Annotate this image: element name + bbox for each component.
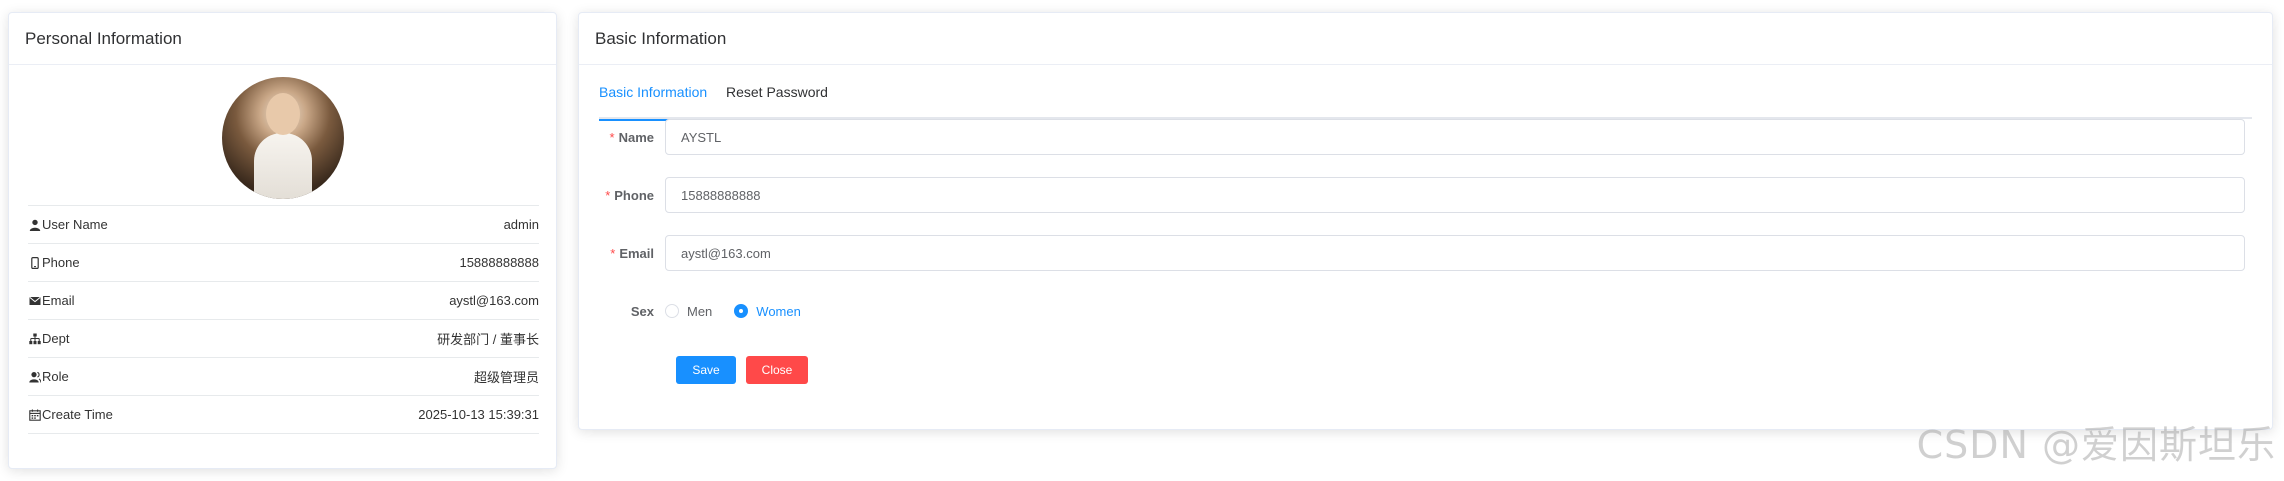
info-label: Email <box>42 293 75 308</box>
form-row-email: * Email <box>599 235 2245 271</box>
personal-info-title: Personal Information <box>25 28 182 48</box>
info-row-username: User Name admin <box>28 206 539 244</box>
tab-reset-password[interactable]: Reset Password <box>726 65 828 119</box>
info-label: User Name <box>42 217 108 232</box>
tab-basic-information[interactable]: Basic Information <box>599 65 709 121</box>
required-mark: * <box>609 129 615 145</box>
info-row-dept: Dept 研发部门 / 董事长 <box>28 320 539 358</box>
personal-info-list: User Name admin Phone 15888888888 Email … <box>28 205 539 434</box>
form-row-phone: * Phone <box>599 177 2245 213</box>
info-label: Create Time <box>42 407 113 422</box>
info-value: 2025-10-13 15:39:31 <box>418 407 539 422</box>
radio-women-circle[interactable] <box>734 304 749 318</box>
basic-info-header: Basic Information <box>579 13 2272 65</box>
required-mark: * <box>610 245 616 261</box>
save-button[interactable]: Save <box>676 356 736 384</box>
info-value: 15888888888 <box>459 255 539 270</box>
basic-info-card: Basic Information Basic Information Rese… <box>578 12 2273 430</box>
info-label: Phone <box>42 255 80 270</box>
info-label: Role <box>42 369 69 384</box>
info-label: Dept <box>42 331 70 346</box>
radio-men-circle[interactable] <box>665 304 679 318</box>
radio-women[interactable]: Women <box>734 304 801 319</box>
info-value: aystl@163.com <box>449 293 539 308</box>
name-input[interactable] <box>665 119 2245 155</box>
close-button[interactable]: Close <box>746 356 808 384</box>
watermark: CSDN @爱因斯坦乐 <box>1916 423 2276 467</box>
date-icon <box>28 408 41 421</box>
basic-info-title: Basic Information <box>595 28 727 48</box>
email-icon <box>28 294 41 307</box>
personal-info-header: Personal Information <box>9 13 556 65</box>
sex-radio-group: Men Women <box>665 304 823 319</box>
peoples-icon <box>28 370 41 383</box>
required-mark: * <box>605 187 611 203</box>
radio-women-label: Women <box>756 303 801 319</box>
phone-label: Phone <box>614 187 654 203</box>
form-actions: Save Close <box>676 356 808 384</box>
tree-icon <box>28 332 41 345</box>
email-label: Email <box>619 245 654 261</box>
phone-input[interactable] <box>665 177 2245 213</box>
phone-icon <box>28 256 41 269</box>
tabs: Basic Information Reset Password <box>599 65 2252 121</box>
avatar[interactable] <box>221 77 344 199</box>
info-row-phone: Phone 15888888888 <box>28 244 539 282</box>
personal-info-card: Personal Information User Name admin Pho… <box>8 12 557 469</box>
user-icon <box>28 218 41 231</box>
info-row-role: Role 超级管理员 <box>28 358 539 396</box>
info-row-email: Email aystl@163.com <box>28 282 539 320</box>
info-row-create-time: Create Time 2025-10-13 15:39:31 <box>28 396 539 434</box>
radio-men-label: Men <box>687 303 713 319</box>
form-row-name: * Name <box>599 119 2245 155</box>
name-label: Name <box>618 129 654 145</box>
email-input[interactable] <box>665 235 2245 271</box>
info-value: admin <box>503 217 539 232</box>
form-row-sex: Sex Men Women <box>599 293 823 329</box>
sex-label: Sex <box>630 303 654 319</box>
radio-men[interactable]: Men <box>665 304 712 319</box>
info-value: 研发部门 / 董事长 <box>437 332 539 347</box>
info-value: 超级管理员 <box>473 370 539 385</box>
